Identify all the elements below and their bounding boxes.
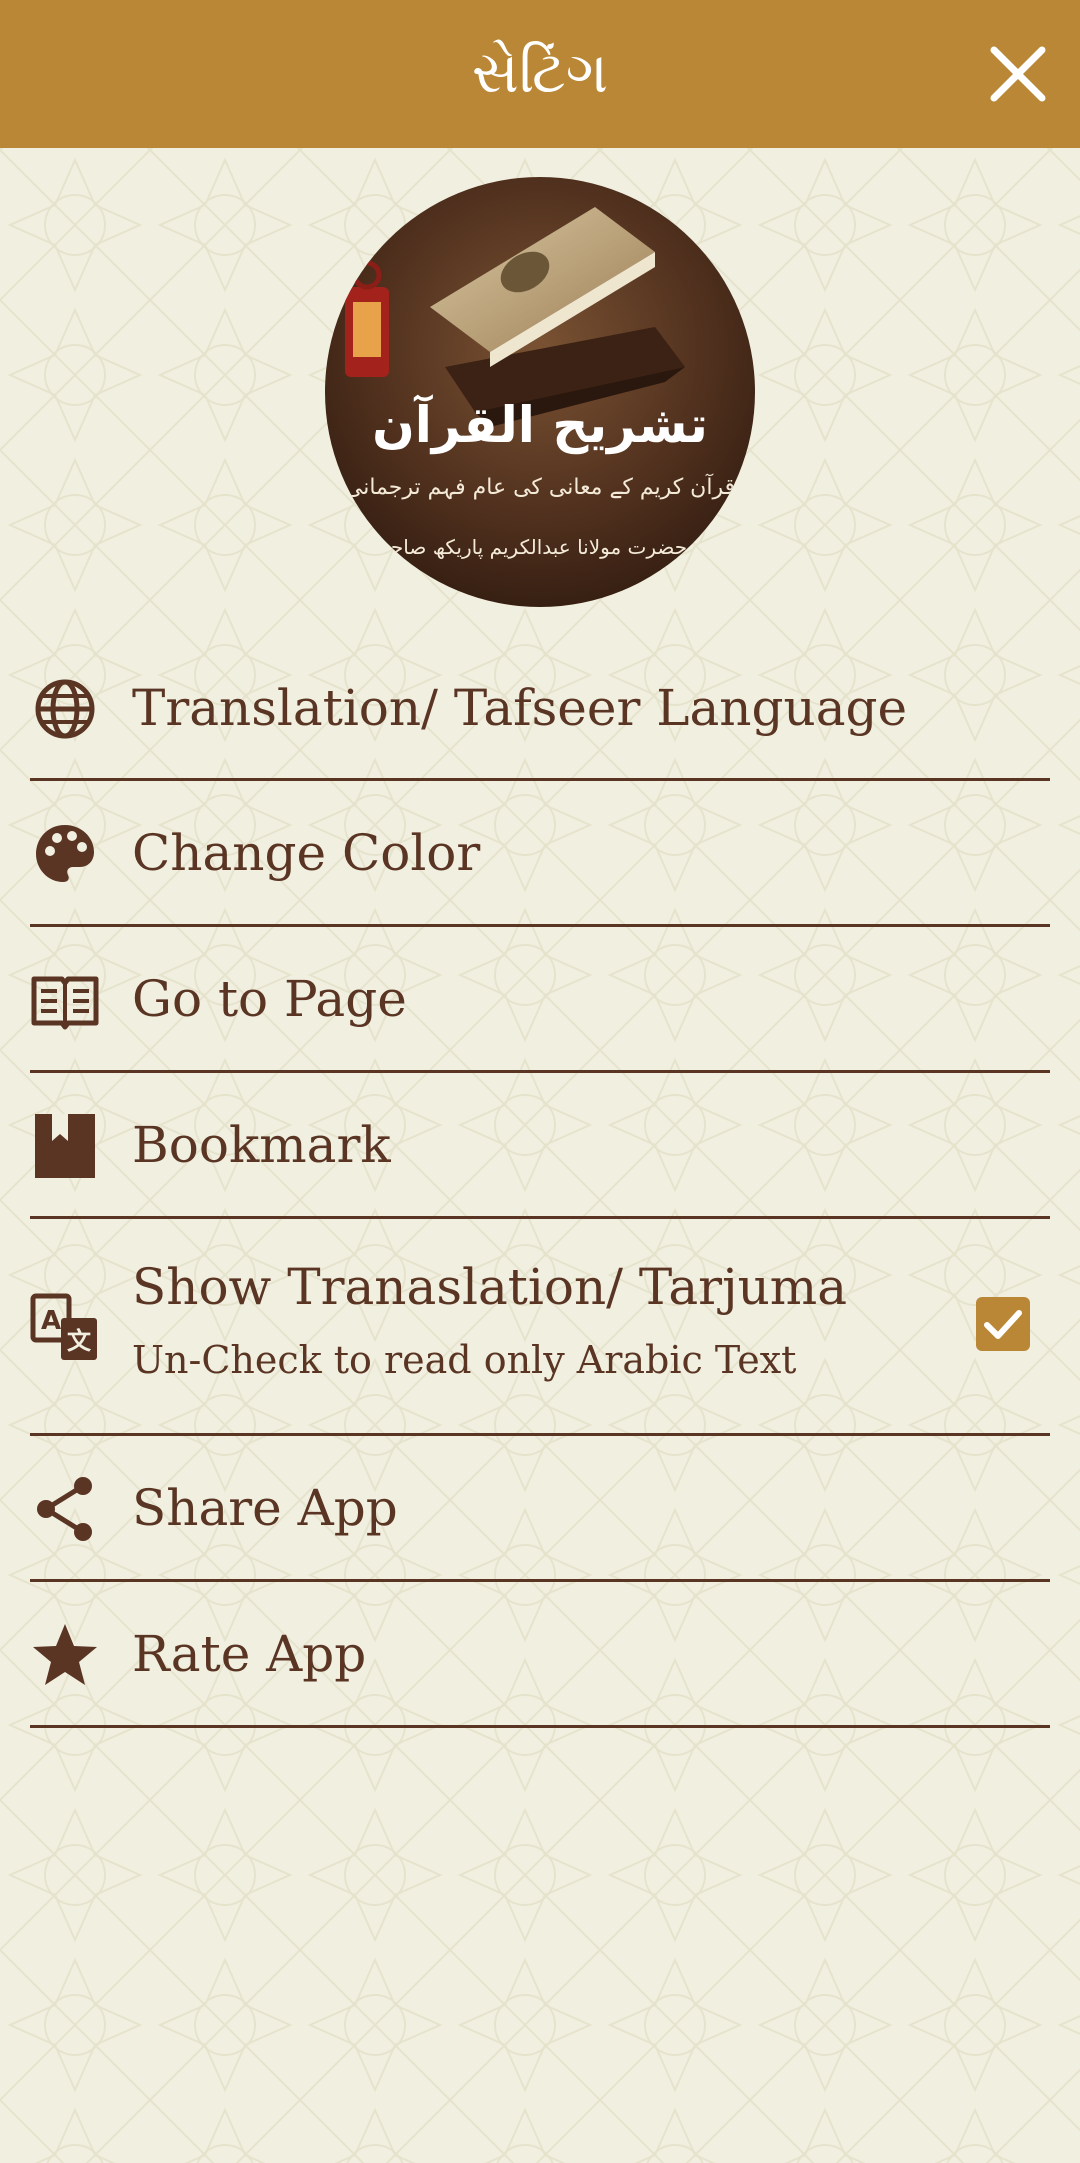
menu-item-share-app[interactable]: Share App (30, 1436, 1050, 1582)
translate-icon: A 文 (30, 1293, 97, 1360)
menu-item-bookmark[interactable]: Bookmark (30, 1073, 1050, 1219)
bookmark-icon (35, 1114, 95, 1178)
menu-item-label: Show Tranaslation/ Tarjuma (132, 1258, 848, 1316)
menu-item-go-to-page[interactable]: Go to Page (30, 927, 1050, 1073)
star-icon (33, 1624, 97, 1685)
app-header: સેટિંગ (0, 0, 1080, 148)
menu-item-change-color[interactable]: Change Color (30, 781, 1050, 927)
open-book-icon (31, 976, 99, 1030)
menu-item-label: Go to Page (132, 970, 407, 1028)
close-button[interactable] (986, 42, 1050, 106)
svg-text:A: A (41, 1306, 61, 1336)
page-title: સેટિંગ (471, 38, 609, 106)
check-icon (984, 1310, 1022, 1339)
menu-item-rate-app[interactable]: Rate App (30, 1582, 1050, 1728)
logo-title: تشریح القرآن (372, 396, 708, 454)
menu-item-translation-language[interactable]: Translation/ Tafseer Language (30, 640, 1050, 781)
menu-item-label: Translation/ Tafseer Language (132, 679, 908, 737)
logo-author: از حضرت مولانا عبدالکریم پاریکھ صاحب (371, 535, 709, 559)
menu-item-label: Change Color (132, 824, 481, 882)
svg-text:文: 文 (67, 1327, 92, 1355)
menu-item-show-translation[interactable]: A 文 Show Tranaslation/ Tarjuma Un-Check … (30, 1219, 1050, 1436)
palette-icon (36, 825, 94, 882)
globe-icon (35, 679, 95, 739)
show-translation-checkbox[interactable] (976, 1297, 1030, 1351)
menu-item-label: Share App (132, 1479, 398, 1537)
app-logo: تشریح القرآن قرآن کریم کے معانی کی عام ف… (325, 177, 755, 607)
logo-subtitle: قرآن کریم کے معانی کی عام فہم ترجمانی (344, 475, 736, 500)
close-icon (990, 46, 1046, 102)
menu-item-label: Bookmark (132, 1116, 391, 1174)
menu-item-label: Rate App (132, 1625, 367, 1683)
menu-item-sublabel: Un-Check to read only Arabic Text (132, 1338, 797, 1382)
share-icon (37, 1477, 92, 1541)
